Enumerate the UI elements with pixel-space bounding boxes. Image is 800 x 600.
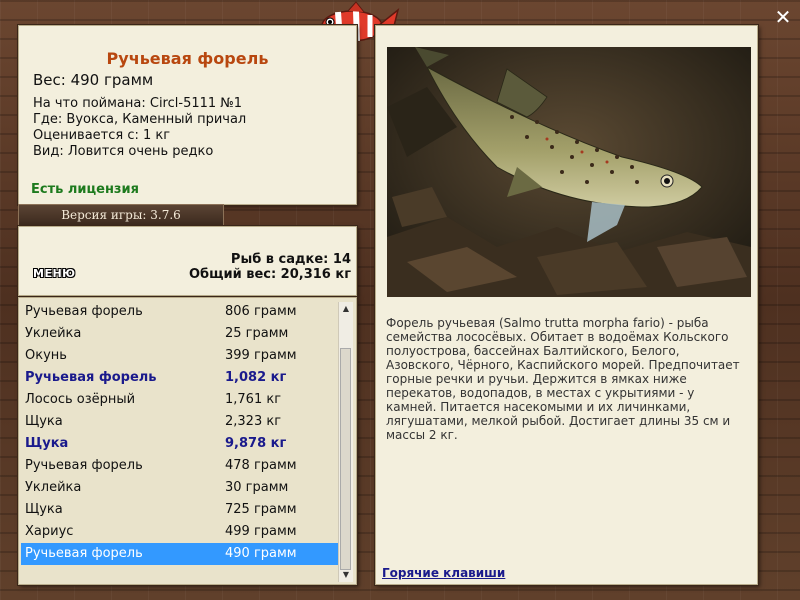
catch-fish-weight: 499 грамм: [225, 524, 297, 539]
catch-fish-weight: 30 грамм: [225, 480, 289, 495]
catch-fish-name: Уклейка: [25, 326, 82, 341]
menu-button[interactable]: МЕНЮ: [33, 267, 76, 280]
catch-fish-weight: 1,761 кг: [225, 392, 282, 407]
catch-list-item[interactable]: Ручьевая форель 806 грамм: [21, 301, 338, 323]
license-status: Есть лицензия: [31, 182, 139, 197]
catch-fish-name: Ручьевая форель: [25, 304, 143, 319]
catch-fish-name: Хариус: [25, 524, 74, 539]
catch-fish-weight: 725 грамм: [225, 502, 297, 517]
catch-fish-name: Щука: [25, 414, 63, 429]
catch-list-item[interactable]: Щука 9,878 кг: [21, 433, 338, 455]
catch-list-panel: Ручьевая форель 806 грамм Уклейка 25 грамм О…: [18, 297, 357, 585]
catch-fish-name: Ручьевая форель: [25, 370, 157, 385]
scrollbar-thumb[interactable]: [340, 348, 351, 570]
scrollbar[interactable]: ▲ ▼: [338, 302, 353, 582]
fish-info-panel: Ручьевая форель Вес: 490 грамм На что по…: [18, 25, 357, 205]
version-label: Версия игры: 3.7.6: [18, 204, 224, 226]
catch-list-item[interactable]: Щука 2,323 кг: [21, 411, 338, 433]
catch-fish-name: Уклейка: [25, 480, 82, 495]
catch-list: Ручьевая форель 806 грамм Уклейка 25 грамм О…: [21, 301, 338, 565]
fish-weight: Вес: 490 грамм: [33, 71, 154, 89]
fish-photo: [387, 47, 751, 297]
rated-from: Оценивается с: 1 кг: [33, 128, 171, 143]
scroll-down-icon[interactable]: ▼: [339, 568, 353, 582]
scroll-up-icon[interactable]: ▲: [339, 302, 353, 316]
catch-fish-weight: 806 грамм: [225, 304, 297, 319]
catch-fish-name: Окунь: [25, 348, 67, 363]
catch-fish-name: Ручьевая форель: [25, 546, 143, 561]
fish-kind: Вид: Ловится очень редко: [33, 144, 214, 159]
catch-fish-weight: 1,082 кг: [225, 370, 287, 385]
catch-list-item[interactable]: Ручьевая форель 478 грамм: [21, 455, 338, 477]
fish-description: Форель ручьевая (Salmo trutta morpha far…: [386, 316, 740, 442]
catch-fish-name: Щука: [25, 436, 69, 451]
caught-with: На что поймана: Circl-5111 №1: [33, 96, 243, 111]
catch-fish-weight: 25 грамм: [225, 326, 289, 341]
catch-list-item[interactable]: Ручьевая форель 1,082 кг: [21, 367, 338, 389]
catch-list-item[interactable]: Уклейка 25 грамм: [21, 323, 338, 345]
catch-list-item[interactable]: Лосось озёрный 1,761 кг: [21, 389, 338, 411]
catch-fish-weight: 490 грамм: [225, 546, 297, 561]
catch-list-item[interactable]: Ручьевая форель 490 грамм: [21, 543, 338, 565]
fish-detail-panel: Форель ручьевая (Salmo trutta morpha far…: [375, 25, 758, 585]
cage-count: Рыб в садке: 14: [230, 252, 351, 267]
stats-panel: МЕНЮ Рыб в садке: 14 Общий вес: 20,316 к…: [18, 226, 357, 296]
catch-fish-weight: 9,878 кг: [225, 436, 287, 451]
total-weight: Общий вес: 20,316 кг: [188, 267, 351, 282]
catch-fish-weight: 399 грамм: [225, 348, 297, 363]
hotkeys-link[interactable]: Горячие клавиши: [382, 566, 505, 580]
fish-name: Ручьевая форель: [106, 49, 269, 68]
catch-fish-name: Ручьевая форель: [25, 458, 143, 473]
catch-list-item[interactable]: Хариус 499 грамм: [21, 521, 338, 543]
catch-fish-weight: 2,323 кг: [225, 414, 282, 429]
close-icon: ✕: [774, 5, 792, 29]
catch-list-item[interactable]: Уклейка 30 грамм: [21, 477, 338, 499]
catch-fish-name: Лосось озёрный: [25, 392, 136, 407]
catch-fish-name: Щука: [25, 502, 63, 517]
catch-fish-weight: 478 грамм: [225, 458, 297, 473]
catch-location: Где: Вуокса, Каменный причал: [33, 112, 247, 127]
close-button[interactable]: ✕: [772, 6, 794, 28]
catch-list-item[interactable]: Окунь 399 грамм: [21, 345, 338, 367]
catch-list-item[interactable]: Щука 725 грамм: [21, 499, 338, 521]
